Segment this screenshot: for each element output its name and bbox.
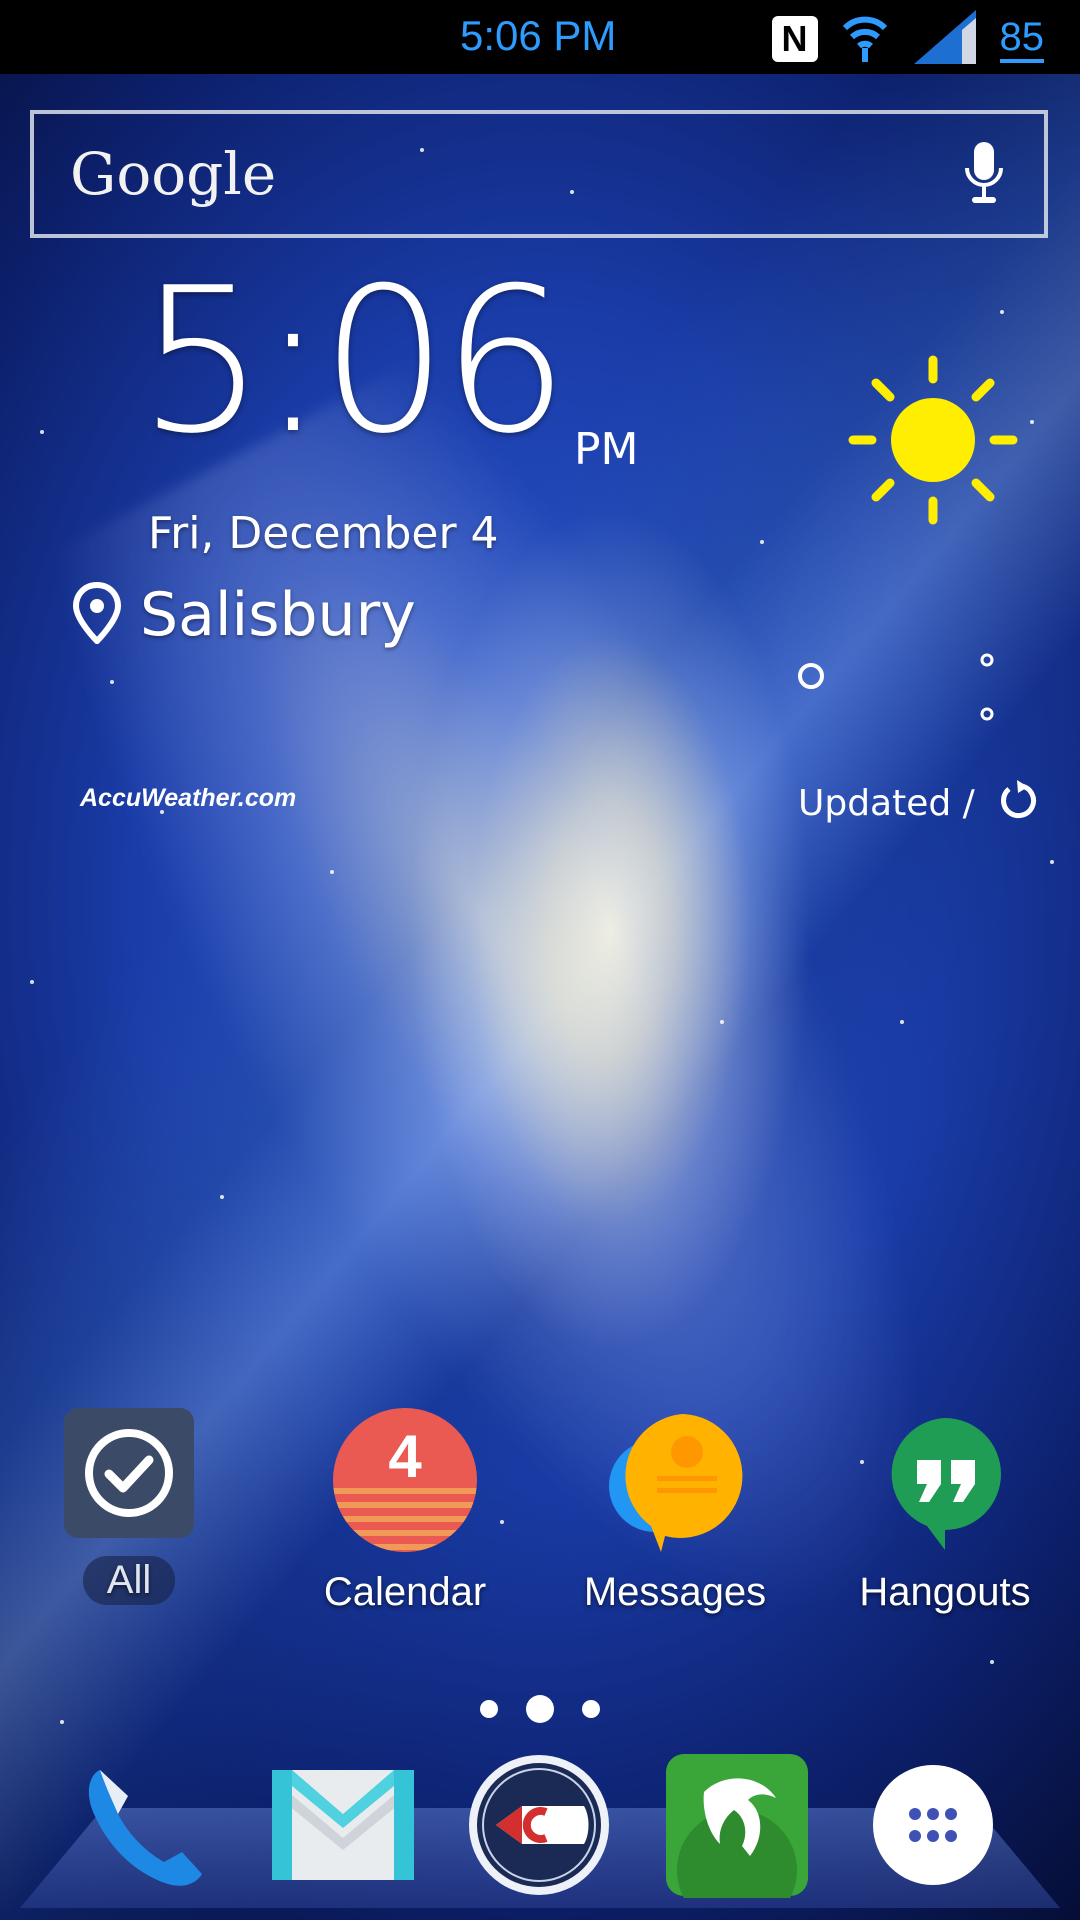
app-drawer-icon[interactable] — [860, 1752, 1006, 1898]
star — [110, 680, 114, 684]
app-messages[interactable]: Messages — [560, 1408, 790, 1615]
page-indicator — [0, 1695, 1080, 1723]
updated-label: Updated / — [798, 782, 975, 824]
temperature-placeholder — [790, 650, 1010, 730]
phone-icon[interactable] — [70, 1752, 216, 1898]
star — [900, 1020, 904, 1024]
clock-time[interactable]: 5:06 — [138, 262, 569, 462]
page-dot[interactable] — [480, 1700, 498, 1718]
app-hangouts[interactable]: Hangouts — [830, 1408, 1060, 1615]
weather-updated: Updated / — [798, 780, 1039, 826]
app-label: All — [82, 1556, 176, 1605]
star — [220, 1195, 224, 1199]
mic-icon[interactable] — [964, 140, 1004, 208]
signal-icon — [912, 8, 978, 70]
check-icon — [64, 1408, 194, 1538]
email-icon[interactable] — [270, 1752, 416, 1898]
app-label: Messages — [583, 1570, 767, 1614]
star — [720, 1020, 724, 1024]
clock-date[interactable]: Fri, December 4 — [148, 508, 499, 559]
clock-ampm: PM — [574, 424, 639, 475]
page-dot[interactable] — [582, 1700, 600, 1718]
status-bar: 5:06 PM N 85 — [0, 0, 1080, 74]
google-search-bar[interactable]: Google — [30, 110, 1048, 238]
nfc-icon: N — [771, 16, 818, 62]
star — [1000, 310, 1004, 314]
location-row[interactable]: Salisbury — [72, 580, 416, 650]
app-label: Calendar — [323, 1570, 487, 1614]
status-time: 5:06 PM — [460, 12, 617, 59]
star — [760, 540, 764, 544]
star — [30, 980, 34, 984]
hangouts-icon — [873, 1408, 1017, 1552]
star — [1030, 420, 1034, 424]
battery-level: 85 — [999, 15, 1044, 63]
dolphin-browser-icon[interactable] — [664, 1752, 810, 1920]
sun-icon[interactable] — [848, 355, 1018, 529]
calendar-badge: 4 — [388, 1423, 422, 1490]
location-name: Salisbury — [140, 580, 416, 650]
status-icons: N 85 — [771, 8, 1044, 70]
star — [40, 430, 44, 434]
calendar-icon: 4 — [333, 1408, 477, 1552]
chiefs-logo-icon[interactable] — [466, 1752, 612, 1898]
messages-icon — [603, 1408, 747, 1552]
location-pin-icon — [72, 581, 122, 648]
page-dot-active[interactable] — [526, 1695, 554, 1723]
app-all[interactable]: All — [14, 1408, 244, 1605]
google-logo: Google — [70, 140, 277, 208]
star — [990, 1660, 994, 1664]
wifi-icon — [840, 10, 890, 68]
accuweather-link[interactable]: AccuWeather.com — [80, 784, 296, 813]
app-calendar[interactable]: 4 Calendar — [290, 1408, 520, 1615]
app-label: Hangouts — [859, 1570, 1031, 1614]
refresh-icon[interactable] — [997, 780, 1039, 826]
star — [330, 870, 334, 874]
star — [1050, 860, 1054, 864]
